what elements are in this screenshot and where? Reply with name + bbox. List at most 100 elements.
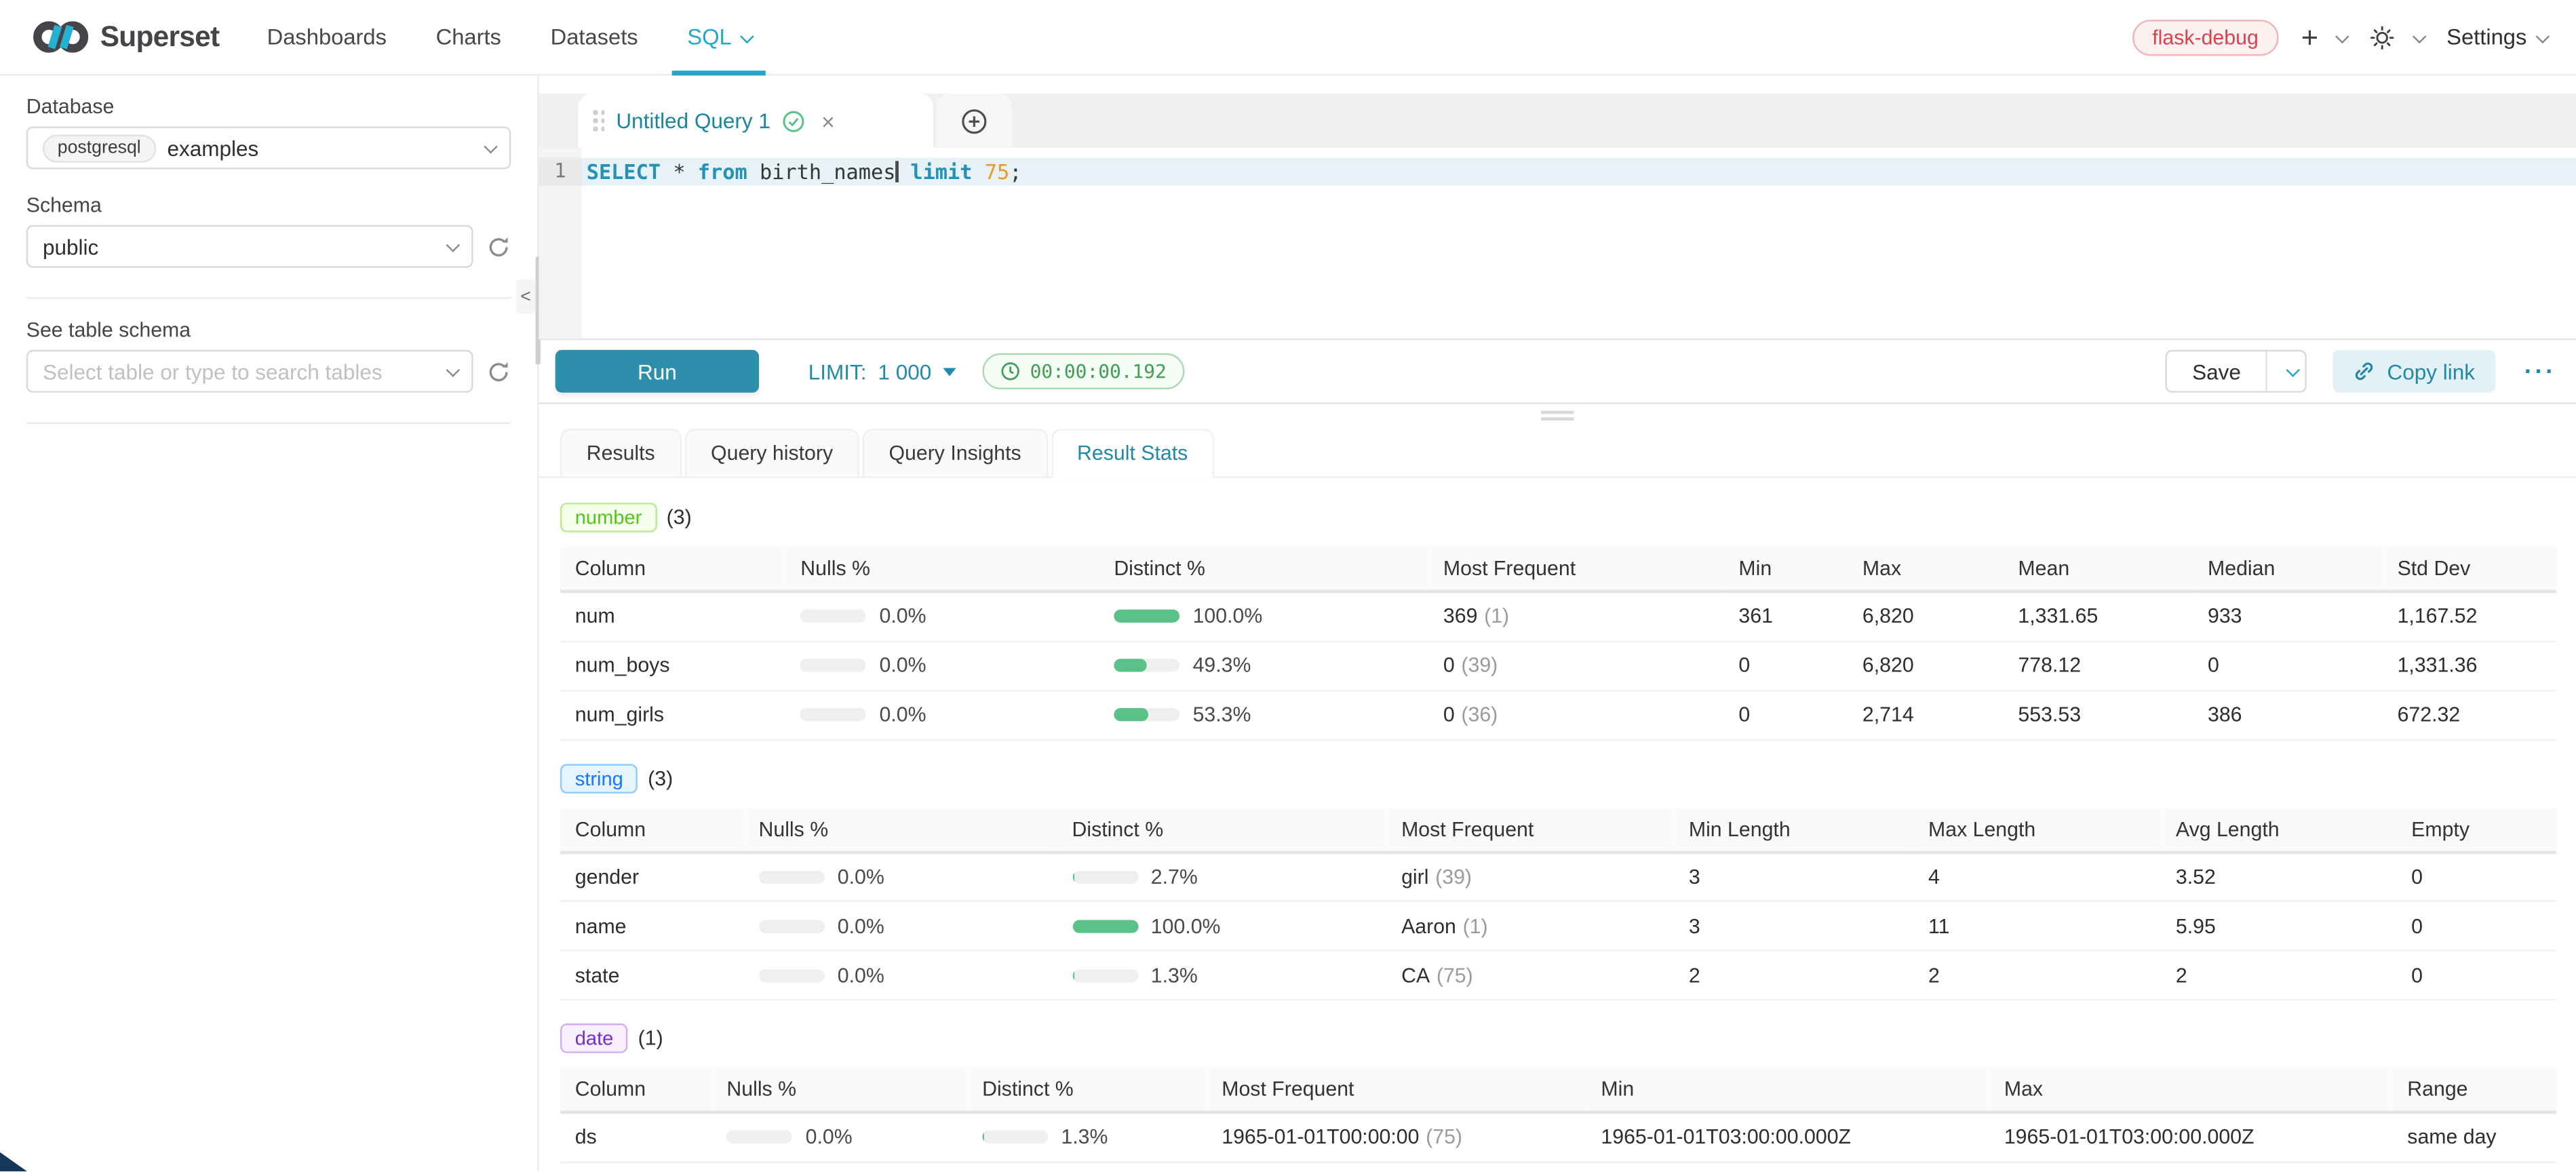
nav-item-sql[interactable]: SQL [663,0,776,74]
limit-dropdown[interactable]: LIMIT: 1 000 [808,359,956,383]
line-number: 1 [539,158,581,186]
tab-query-history[interactable]: Query history [684,429,859,478]
percent-bar: 0.0% [726,1126,960,1149]
column-header: Column [560,547,786,591]
nav-item-datasets[interactable]: Datasets [526,0,663,74]
cell-stat-value: 2 [1674,950,1913,1000]
cell-column-name: name [560,901,744,951]
new-item-button[interactable]: + [2301,22,2347,52]
cell-stat-value: 2 [1913,950,2161,1000]
sql-token: birth_names [747,159,896,184]
table-row: ds0.0%1.3%1965-01-01T00:00:00(75)1965-01… [560,1112,2556,1162]
chevron-down-icon [2536,29,2550,43]
sql-code-line: 1 SELECT * from birth_names limit 75; [539,158,2576,186]
column-header: Nulls % [712,1068,968,1112]
cell-most-frequent: 369(1) [1428,591,1724,641]
elapsed-timer-badge: 00:00:00.192 [982,353,1184,389]
query-tab-strip: Untitled Query 1 × [539,94,2576,148]
link-icon [2353,359,2376,383]
sql-token: limit [910,159,972,184]
cell-stat-value: 3.52 [2161,852,2396,901]
nav-item-dashboards[interactable]: Dashboards [242,0,411,74]
plus-icon: + [2301,22,2318,52]
tab-result-stats[interactable]: Result Stats [1051,429,1214,478]
save-split-button: Save [2166,350,2306,393]
column-header: Most Frequent [1207,1068,1586,1112]
database-select[interactable]: postgresql examples [26,127,511,170]
percent-bar: 53.3% [1114,703,1422,726]
column-header: Empty [2396,808,2556,852]
close-tab-icon[interactable]: × [821,108,835,134]
plus-circle-icon [961,108,988,134]
sql-token: * [661,159,698,184]
save-button[interactable]: Save [2168,351,2265,391]
new-query-tab-button[interactable] [937,94,1012,148]
percent-bar: 1.3% [982,1126,1201,1149]
column-count: (1) [638,1027,663,1050]
copy-link-button[interactable]: Copy link [2333,350,2495,393]
save-options-button[interactable] [2265,351,2305,391]
refresh-tables-icon[interactable] [486,359,511,383]
sql-token [973,159,985,184]
cell-column-name: ds [560,1112,712,1162]
stats-sections: number(3)ColumnNulls %Distinct %Most Fre… [539,478,2576,1163]
cell-stat-value: 0 [2193,641,2383,690]
nav-item-charts[interactable]: Charts [411,0,526,74]
cell-most-frequent: girl(39) [1386,852,1674,901]
nav-right: flask-debug + Settings [2132,0,2546,74]
query-tab[interactable]: Untitled Query 1 × [579,94,933,148]
sql-token: from [698,159,747,184]
superset-logo[interactable]: Superset [33,0,219,74]
settings-menu[interactable]: Settings [2446,24,2546,49]
cell-nulls-pct: 0.0% [744,950,1057,1000]
cell-column-name: gender [560,852,744,901]
query-tab-title: Untitled Query 1 [616,109,770,133]
cell-stat-value: 778.12 [2004,641,2193,690]
refresh-schema-icon[interactable] [486,234,511,258]
tab-query-insights[interactable]: Query Insights [863,429,1048,478]
cell-column-name: num [560,591,786,641]
theme-toggle[interactable] [2369,24,2423,50]
table-row: num_boys0.0%49.3%0(39)06,820778.1201,331… [560,641,2556,690]
column-header: Min [1724,547,1848,591]
cell-nulls-pct: 0.0% [785,690,1099,739]
column-header: Median [2193,547,2383,591]
sql-text[interactable]: SELECT * from birth_names limit 75; [581,158,2576,186]
tab-results[interactable]: Results [560,429,681,478]
number-stats-table: ColumnNulls %Distinct %Most FrequentMinM… [560,547,2556,741]
more-options-button[interactable]: ··· [2524,357,2556,385]
sidebar-divider [26,423,511,424]
column-header: Max [1848,547,2004,591]
pane-resize-handle[interactable] [1541,411,1574,421]
table-row: state0.0%1.3%CA(75)2220 [560,950,2556,1000]
table-row: gender0.0%2.7%girl(39)343.520 [560,852,2556,901]
sql-editor[interactable]: 1 SELECT * from birth_names limit 75; [539,148,2576,340]
cell-stat-value: 5.95 [2161,901,2396,951]
cell-stat-value: 1,167.52 [2383,591,2556,641]
cell-stat-value: 0 [2396,852,2556,901]
type-badge-date: date [560,1023,628,1053]
superset-sql-lab: Superset Dashboards Charts Datasets SQL … [0,0,2576,1172]
column-header: Std Dev [2383,547,2556,591]
run-button[interactable]: Run [555,350,759,393]
cell-stat-value: 1965-01-01T03:00:00.000Z [1989,1112,2392,1162]
table-row: num_girls0.0%53.3%0(36)02,714553.5338667… [560,690,2556,739]
stats-section-number: number(3)ColumnNulls %Distinct %Most Fre… [560,503,2556,740]
cell-stat-value: 361 [1724,591,1848,641]
sidebar-divider [26,297,511,298]
string-stats-table: ColumnNulls %Distinct %Most FrequentMin … [560,808,2556,1001]
schema-select[interactable]: public [26,225,473,268]
column-header: Most Frequent [1428,547,1724,591]
table-select[interactable]: Select table or type to search tables [26,350,473,393]
cell-stat-value: 11 [1913,901,2161,951]
cell-stat-value: 386 [2193,690,2383,739]
query-toolbar: Run LIMIT: 1 000 00:00:00.192 Save [539,340,2576,404]
cell-stat-value: 1965-01-01T03:00:00.000Z [1586,1112,1989,1162]
cell-stat-value: 672.32 [2383,690,2556,739]
chevron-down-icon [2285,363,2299,377]
cell-distinct-pct: 100.0% [1099,591,1429,641]
drag-handle-icon[interactable] [593,111,604,131]
database-engine-tag: postgresql [43,134,156,161]
environment-tag: flask-debug [2132,19,2278,55]
collapse-sidebar-button[interactable]: < [516,279,536,314]
